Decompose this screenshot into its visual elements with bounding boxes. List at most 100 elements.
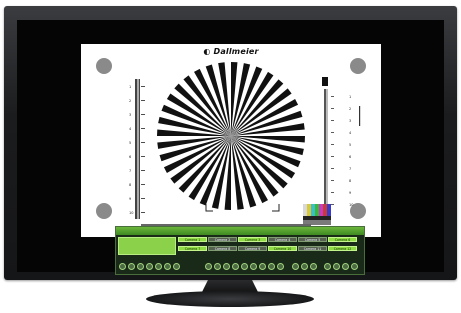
layout-3-icon[interactable] — [223, 263, 230, 270]
settings-icon[interactable] — [342, 263, 349, 270]
focus-icon[interactable] — [310, 263, 317, 270]
star-wedge — [224, 136, 231, 210]
camera-button[interactable]: Camera 7 — [178, 246, 207, 251]
rewind-icon[interactable] — [146, 263, 153, 270]
monitor-bezel: 1 3 5 7 9 8 6 4 2 1 2 3 4 5 6 7 8 9 10 1 2 3 4 5 6 7 8 9 10 ◐ Dall… — [4, 6, 457, 280]
camera-button[interactable]: Camera 10 — [268, 246, 297, 251]
test-chart-graphics: 1 3 5 7 9 8 6 4 2 1 2 3 4 5 6 7 8 9 10 1 2 3 4 5 6 7 8 9 10 — [96, 58, 366, 236]
right-tick — [331, 168, 334, 169]
layout-4-icon[interactable] — [232, 263, 239, 270]
right-tick — [331, 96, 334, 97]
right-scale-label: 7 — [349, 167, 351, 171]
left-scale-label: 3 — [129, 113, 131, 117]
layout-1-icon[interactable] — [205, 263, 212, 270]
camera-button[interactable]: Camera 1 — [178, 237, 207, 242]
left-scale-ticks — [141, 86, 145, 213]
logo-icon: ◐ — [203, 47, 214, 56]
siemens-star — [157, 62, 305, 210]
camera-button[interactable]: Camera 3 — [238, 237, 267, 242]
left-scale-labels: 1 2 3 4 5 6 7 8 9 10 — [129, 85, 133, 215]
menu-icon[interactable] — [351, 263, 358, 270]
zoom-in-icon[interactable] — [292, 263, 299, 270]
star-wedge — [157, 129, 231, 136]
left-scale-label: 8 — [129, 183, 131, 187]
right-scale-labels: 1 2 3 4 5 6 7 8 9 10 — [349, 95, 353, 207]
camera-button[interactable]: Camera 8 — [208, 246, 237, 251]
right-tick — [331, 108, 334, 109]
left-tick — [141, 156, 145, 157]
left-tick — [141, 128, 145, 129]
right-tick — [331, 180, 334, 181]
right-tick — [331, 120, 334, 121]
camera-button[interactable]: Camera 2 — [208, 237, 237, 242]
left-tick — [141, 212, 145, 213]
layout-6-icon[interactable] — [250, 263, 257, 270]
right-scale-label: 5 — [349, 143, 351, 147]
stop-icon[interactable] — [137, 263, 144, 270]
right-scale-label: 9 — [349, 191, 351, 195]
left-scale-label: 9 — [129, 197, 131, 201]
monitor-stand-base — [146, 291, 314, 307]
camera-button[interactable]: Camera 5 — [298, 237, 327, 242]
right-scale-label: 1 — [349, 95, 351, 99]
monitor-selector[interactable] — [118, 237, 176, 255]
left-scale-label: 10 — [129, 211, 133, 215]
layout-7-icon[interactable] — [259, 263, 266, 270]
test-chart: 1 3 5 7 9 8 6 4 2 1 2 3 4 5 6 7 8 9 10 1 2 3 4 5 6 7 8 9 10 ◐ Dall… — [81, 44, 381, 237]
layout-2-icon[interactable] — [214, 263, 221, 270]
camera-button[interactable]: Camera 6 — [328, 237, 357, 242]
right-scale-label: 10 — [349, 203, 353, 207]
camera-button[interactable]: Camera 4 — [268, 237, 297, 242]
logo-text: Dallmeier — [213, 47, 259, 56]
corner-circle-tr — [350, 58, 366, 74]
left-scale-label: 6 — [129, 155, 131, 159]
right-scale-label: 8 — [349, 179, 351, 183]
panel-header-bar — [116, 227, 364, 235]
layout-8-icon[interactable] — [268, 263, 275, 270]
right-scale-label: 4 — [349, 131, 352, 135]
left-tick — [141, 184, 145, 185]
play-icon[interactable] — [119, 263, 126, 270]
right-scale-label: 2 — [349, 107, 351, 111]
left-tick — [141, 198, 145, 199]
right-scale-label: 6 — [349, 155, 351, 159]
right-tick — [331, 156, 334, 157]
left-scale-label: 2 — [129, 99, 131, 103]
monitor-screen: 1 3 5 7 9 8 6 4 2 1 2 3 4 5 6 7 8 9 10 1 2 3 4 5 6 7 8 9 10 ◐ Dall… — [17, 20, 444, 275]
right-scale-label: 3 — [349, 119, 351, 123]
zoom-out-icon[interactable] — [301, 263, 308, 270]
left-scale-label: 4 — [129, 127, 132, 131]
star-wedge — [231, 136, 305, 143]
color-bars — [303, 204, 331, 225]
next-icon[interactable] — [333, 263, 340, 270]
dallmeier-logo: ◐ Dallmeier — [81, 47, 381, 56]
left-scale-label: 5 — [129, 141, 131, 145]
snapshot-icon[interactable] — [173, 263, 180, 270]
right-tick — [331, 144, 334, 145]
corner-circle-tl — [96, 58, 112, 74]
record-icon[interactable] — [164, 263, 171, 270]
pause-icon[interactable] — [128, 263, 135, 270]
right-tick — [331, 192, 334, 193]
layout-9-icon[interactable] — [277, 263, 284, 270]
layout-5-icon[interactable] — [241, 263, 248, 270]
left-tick — [141, 142, 145, 143]
crop-mark-right — [272, 204, 280, 212]
left-tick — [141, 114, 145, 115]
right-scale-marker — [322, 77, 328, 86]
camera-button[interactable]: Camera 12 — [328, 246, 357, 251]
left-scale-label: 1 — [129, 85, 131, 89]
prev-icon[interactable] — [324, 263, 331, 270]
right-scale-ticks — [331, 96, 334, 205]
camera-button[interactable]: Camera 11 — [298, 246, 327, 251]
star-wedge — [231, 62, 238, 136]
camera-button[interactable]: Camera 9 — [238, 246, 267, 251]
left-scale-label: 7 — [129, 169, 131, 173]
forward-icon[interactable] — [155, 263, 162, 270]
right-tick — [331, 204, 334, 205]
camera-control-panel: Camera 1 Camera 2 Camera 3 Camera 4 Camera 5… — [115, 226, 365, 275]
corner-circle-bl — [96, 203, 112, 219]
right-tick — [331, 132, 334, 133]
left-tick — [141, 86, 145, 87]
left-tick — [141, 170, 145, 171]
